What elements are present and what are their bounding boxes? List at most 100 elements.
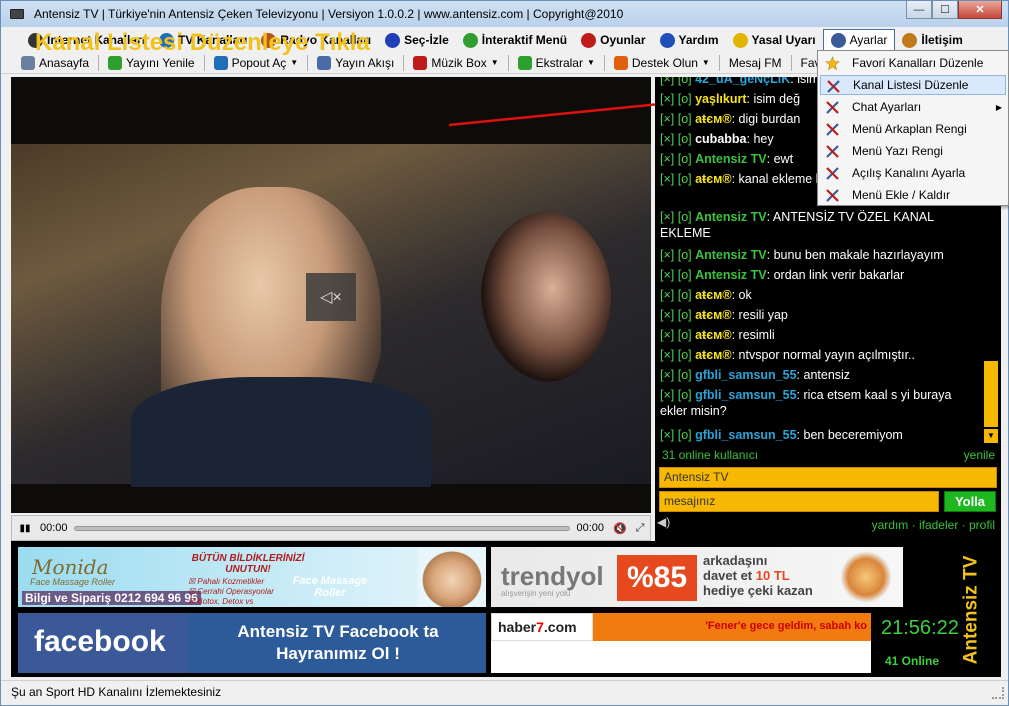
- pause-icon[interactable]: ▮▮: [16, 523, 34, 534]
- facebook-banner[interactable]: facebook Antensiz TV Facebook ta Hayranı…: [18, 613, 486, 673]
- scroll-down-icon[interactable]: ▼: [984, 429, 998, 443]
- message-actions[interactable]: [×] [o]: [660, 172, 695, 186]
- monida-list-item: ☒ Botox, Detox vs: [188, 597, 254, 606]
- message-actions[interactable]: [×] [o]: [660, 308, 695, 322]
- resize-grip-icon[interactable]: [992, 687, 1004, 699]
- chat-username[interactable]: Antensiz TV: [695, 152, 767, 166]
- menu-game[interactable]: Oyunlar: [574, 29, 652, 51]
- toolbar-item[interactable]: Mesaj FM: [723, 56, 788, 70]
- message-actions[interactable]: [×] [o]: [660, 268, 695, 282]
- dropdown-item[interactable]: Chat Ayarları ▶: [820, 97, 1006, 117]
- speaker-icon[interactable]: ◀): [657, 515, 670, 529]
- chat-username[interactable]: gfbli_samsun_55: [695, 428, 796, 442]
- chat-username[interactable]: Antensiz TV: [695, 268, 767, 282]
- message-actions[interactable]: [×] [o]: [660, 328, 695, 342]
- emoticons-link[interactable]: ifadeler: [919, 518, 958, 532]
- message-actions[interactable]: [×] [o]: [660, 132, 695, 146]
- chat-username[interactable]: aŧєм®: [695, 328, 731, 342]
- message-actions[interactable]: [×] [o]: [660, 288, 695, 302]
- maximize-button[interactable]: ☐: [932, 1, 958, 19]
- toolbar-item[interactable]: Anasayfa: [15, 55, 95, 70]
- help-link[interactable]: yardım: [872, 518, 909, 532]
- game-icon: [581, 32, 597, 48]
- chat-username[interactable]: aŧєм®: [695, 308, 731, 322]
- message-input[interactable]: mesajınız: [659, 491, 939, 512]
- seek-bar[interactable]: [73, 525, 571, 531]
- chat-username[interactable]: aŧєм®: [695, 112, 731, 126]
- chevron-down-icon[interactable]: ▼: [702, 58, 710, 67]
- video-person-suit: [131, 377, 431, 487]
- dropdown-item[interactable]: Açılış Kanalını Ayarla: [820, 163, 1006, 183]
- nickname-input[interactable]: Antensiz TV: [659, 467, 997, 488]
- chat-username[interactable]: aŧєм®: [695, 172, 731, 186]
- online-users-count[interactable]: 31 online kullanıcı: [662, 448, 758, 462]
- dropdown-item[interactable]: Menü Ekle / Kaldır: [820, 185, 1006, 205]
- toolbar-item-label: Müzik Box: [431, 55, 487, 70]
- dropdown-item[interactable]: Favori Kanalları Düzenle: [820, 53, 1006, 73]
- chat-username[interactable]: cubabba: [695, 132, 746, 146]
- chat-username[interactable]: gfbli_samsun_55: [695, 388, 796, 402]
- close-button[interactable]: ✕: [958, 1, 1002, 19]
- send-button[interactable]: Yolla: [944, 491, 996, 512]
- chevron-down-icon[interactable]: ▼: [587, 58, 595, 67]
- toolbar-item[interactable]: Müzik Box ▼: [407, 55, 504, 70]
- toolbar-item[interactable]: Yayın Akışı: [311, 55, 400, 70]
- menu-contact[interactable]: İletişim: [895, 29, 969, 51]
- muted-speaker-icon[interactable]: ◁×: [306, 273, 356, 321]
- scrollbar-thumb[interactable]: [984, 361, 998, 427]
- refresh-icon: [108, 55, 123, 70]
- fullscreen-icon[interactable]: ⤢: [630, 522, 650, 535]
- message-actions[interactable]: [×] [o]: [660, 428, 695, 442]
- chat-username[interactable]: Antensiz TV: [695, 210, 767, 224]
- menu-item-label: Ayarlar: [849, 33, 888, 47]
- chat-username[interactable]: 42_uA_geNçLiK: [695, 77, 790, 86]
- toolbar-separator: [403, 54, 405, 71]
- message-actions[interactable]: [×] [o]: [660, 92, 695, 106]
- chat-scrollbar[interactable]: ▼: [983, 361, 999, 445]
- news-ticker-panel[interactable]: haber7.com 'Fener'e gece geldim, sabah k…: [491, 613, 871, 673]
- menu-interactive[interactable]: İnteraktif Menü: [456, 29, 574, 51]
- toolbar-item[interactable]: Popout Aç ▼: [208, 55, 305, 70]
- chat-username[interactable]: gfbli_samsun_55: [695, 368, 796, 382]
- dropdown-item[interactable]: Menü Arkaplan Rengi: [820, 119, 1006, 139]
- message-actions[interactable]: [×] [o]: [660, 348, 695, 362]
- menu-tools[interactable]: Ayarlar: [822, 29, 896, 51]
- trendyol-tagline: alışverişin yeni yolu: [501, 589, 571, 598]
- chat-username[interactable]: yaşlıkurt: [695, 92, 746, 106]
- help-icon: [659, 32, 675, 48]
- dropdown-item[interactable]: Menü Yazı Rengi: [820, 141, 1006, 161]
- toolbar-item[interactable]: Yayını Yenile: [102, 55, 201, 70]
- menu-warning[interactable]: Yasal Uyarı: [726, 29, 823, 51]
- menu-help[interactable]: Yardım: [653, 29, 726, 51]
- online-count-label: 41 Online: [885, 654, 940, 668]
- video-player[interactable]: ◁×: [11, 77, 651, 513]
- message-actions[interactable]: [×] [o]: [660, 388, 695, 402]
- trendyol-ad-banner[interactable]: trendyol alışverişin yeni yolu %85 arkad…: [491, 547, 903, 607]
- message-actions[interactable]: [×] [o]: [660, 77, 695, 86]
- chevron-down-icon[interactable]: ▼: [491, 58, 499, 67]
- dropdown-item[interactable]: Kanal Listesi Düzenle: [820, 75, 1006, 95]
- chevron-down-icon[interactable]: ▼: [290, 58, 298, 67]
- profile-link[interactable]: profil: [969, 518, 995, 532]
- dvd-icon: [385, 32, 401, 48]
- toolbar-item[interactable]: Destek Olun ▼: [608, 55, 716, 70]
- news-ticker-text[interactable]: 'Fener'e gece geldim, sabah ko: [593, 613, 871, 641]
- refresh-link[interactable]: yenile: [964, 448, 995, 462]
- toolbar-item[interactable]: Ekstralar ▼: [512, 55, 601, 70]
- menu-dvd[interactable]: Seç-İzle: [378, 29, 456, 51]
- mute-icon[interactable]: 🔇: [610, 522, 630, 535]
- chat-username[interactable]: Antensiz TV: [695, 248, 767, 262]
- chat-username[interactable]: aŧєм®: [695, 348, 731, 362]
- message-actions[interactable]: [×] [o]: [660, 248, 695, 262]
- message-actions[interactable]: [×] [o]: [660, 210, 695, 224]
- toolbar-item-label: Yayını Yenile: [126, 55, 195, 70]
- message-actions[interactable]: [×] [o]: [660, 112, 695, 126]
- chat-text: ewt: [770, 152, 794, 166]
- minimize-button[interactable]: —: [906, 1, 932, 19]
- title-bar[interactable]: Antensiz TV | Türkiye'nin Antensiz Çeken…: [1, 1, 1008, 27]
- monida-ad-banner[interactable]: Monida Face Massage Roller Bilgi ve Sipa…: [18, 547, 486, 607]
- chat-username[interactable]: aŧєм®: [695, 288, 731, 302]
- chat-text: digi burdan: [735, 112, 801, 126]
- message-actions[interactable]: [×] [o]: [660, 368, 695, 382]
- message-actions[interactable]: [×] [o]: [660, 152, 695, 166]
